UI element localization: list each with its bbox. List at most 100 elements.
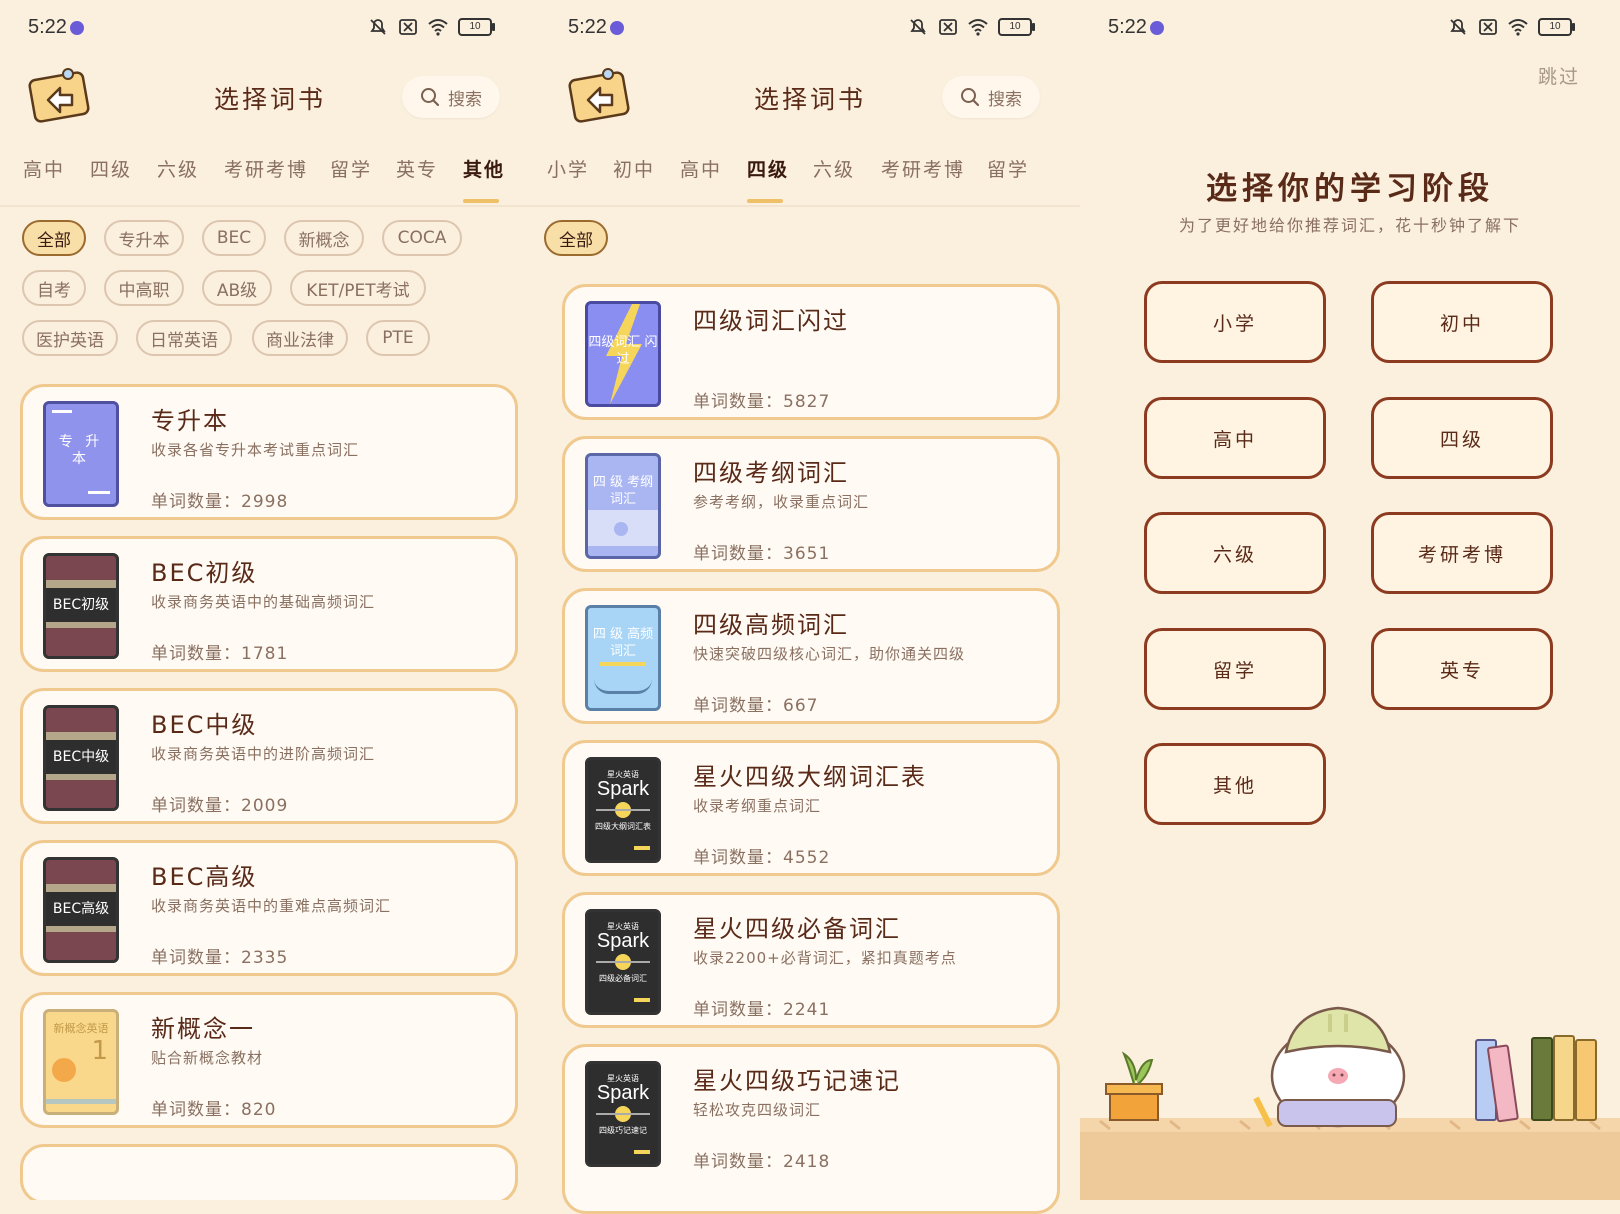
tab-liuxue[interactable]: 留学 bbox=[987, 155, 1029, 182]
stage-page-subtitle: 为了更好地给你推荐词汇，花十秒钟了解下 bbox=[1178, 216, 1521, 235]
book-card[interactable]: 四级词汇 闪过 四级词汇闪过 单词数量：5827 bbox=[562, 284, 1060, 420]
chip-ket-pet[interactable]: KET/PET考试 bbox=[290, 270, 426, 306]
book-word-count: 单词数量：2998 bbox=[151, 492, 289, 512]
skip-button[interactable]: 跳过 bbox=[1538, 62, 1580, 89]
book-card[interactable]: BEC高级 BEC高级 收录商务英语中的重难点高频词汇 单词数量：2335 bbox=[20, 840, 518, 976]
no-sim-icon bbox=[399, 19, 417, 35]
stage-button-kaoyan[interactable]: 考研考博 bbox=[1371, 512, 1553, 594]
app-status-icon bbox=[1150, 21, 1164, 35]
status-time: 5:22 bbox=[1108, 16, 1147, 38]
book-title: 星火四级巧记速记 bbox=[693, 1067, 901, 1095]
book-desc: 收录商务英语中的基础高频词汇 bbox=[151, 593, 376, 611]
chip-bec[interactable]: BEC bbox=[202, 220, 266, 256]
category-tabs: 小学 初中 高中 四级 六级 考研考博 留学 bbox=[540, 155, 1080, 207]
tab-other[interactable]: 其他 bbox=[463, 155, 505, 182]
active-tab-indicator bbox=[747, 199, 783, 203]
tab-gaozhong[interactable]: 高中 bbox=[680, 155, 722, 182]
search-label: 搜索 bbox=[988, 89, 1022, 110]
status-icons: 10 bbox=[368, 18, 495, 36]
book-card[interactable]: 专 升 本 专升本 收录各省专升本考试重点词汇 单词数量：2998 bbox=[20, 384, 518, 520]
book-word-count: 单词数量：4552 bbox=[693, 848, 831, 868]
search-button[interactable]: 搜索 bbox=[402, 76, 500, 118]
tab-siji[interactable]: 四级 bbox=[90, 155, 132, 182]
chip-zhonggaozhi[interactable]: 中高职 bbox=[104, 270, 184, 306]
book-card[interactable]: 四 级 考纲词汇 四级考纲词汇 参考考纲，收录重点词汇 单词数量：3651 bbox=[562, 436, 1060, 572]
book-card[interactable]: 四 级 高频词汇 四级高频词汇 快速突破四级核心词汇，助你通关四级 单词数量：6… bbox=[562, 588, 1060, 724]
chip-xingainian[interactable]: 新概念 bbox=[284, 220, 364, 256]
battery-icon: 10 bbox=[998, 18, 1035, 36]
book-title: 四级考纲词汇 bbox=[693, 459, 849, 487]
book-cover: 星火英语 Spark 四级大纲词汇表 bbox=[585, 757, 661, 863]
stage-button-other[interactable]: 其他 bbox=[1144, 743, 1326, 825]
book-desc: 贴合新概念教材 bbox=[151, 1049, 264, 1067]
tab-liuxue[interactable]: 留学 bbox=[330, 155, 372, 182]
tab-siji[interactable]: 四级 bbox=[747, 155, 789, 182]
book-card[interactable]: 星火英语 Spark 四级巧记速记 星火四级巧记速记 轻松攻克四级词汇 单词数量… bbox=[562, 1044, 1060, 1214]
chip-all[interactable]: 全部 bbox=[544, 220, 608, 256]
book-title: 四级词汇闪过 bbox=[693, 307, 849, 335]
search-button[interactable]: 搜索 bbox=[942, 76, 1040, 118]
stage-button-siji[interactable]: 四级 bbox=[1371, 397, 1553, 479]
hamster-desk-illustration bbox=[1080, 1006, 1620, 1200]
search-icon bbox=[421, 88, 440, 107]
tab-kaoyan[interactable]: 考研考博 bbox=[881, 155, 965, 182]
status-bar: 5:22 10 bbox=[1080, 14, 1620, 42]
mute-icon bbox=[910, 19, 926, 35]
active-tab-indicator bbox=[463, 199, 499, 203]
chip-zikao[interactable]: 自考 bbox=[22, 270, 86, 306]
tab-liuji[interactable]: 六级 bbox=[157, 155, 199, 182]
mute-icon bbox=[370, 19, 386, 35]
book-cover: BEC初级 bbox=[43, 553, 119, 659]
chip-all[interactable]: 全部 bbox=[22, 220, 86, 256]
book-desc: 轻松攻克四级词汇 bbox=[693, 1101, 822, 1119]
book-cover: 新概念英语 1 bbox=[43, 1009, 119, 1115]
book-word-count: 单词数量：2241 bbox=[693, 1000, 831, 1020]
tab-liuji[interactable]: 六级 bbox=[813, 155, 855, 182]
book-title: BEC中级 bbox=[151, 711, 258, 739]
book-title: 四级高频词汇 bbox=[693, 611, 849, 639]
book-word-count: 单词数量：667 bbox=[693, 696, 819, 716]
wifi-icon bbox=[1508, 19, 1528, 36]
chip-coca[interactable]: COCA bbox=[382, 220, 462, 256]
book-card[interactable]: BEC中级 BEC中级 收录商务英语中的进阶高频词汇 单词数量：2009 bbox=[20, 688, 518, 824]
tab-chuzhong[interactable]: 初中 bbox=[613, 155, 655, 182]
chip-richang[interactable]: 日常英语 bbox=[136, 320, 232, 356]
status-bar: 5:22 10 bbox=[540, 14, 1080, 42]
stage-button-liuxue[interactable]: 留学 bbox=[1144, 628, 1326, 710]
book-desc: 收录考纲重点词汇 bbox=[693, 797, 822, 815]
book-card[interactable]: 星火英语 Spark 四级必备词汇 星火四级必备词汇 收录2200+必背词汇，紧… bbox=[562, 892, 1060, 1028]
search-label: 搜索 bbox=[448, 89, 482, 110]
stage-button-liuji[interactable]: 六级 bbox=[1144, 512, 1326, 594]
stage-button-yingzhuan[interactable]: 英专 bbox=[1371, 628, 1553, 710]
stage-button-xiaoxue[interactable]: 小学 bbox=[1144, 281, 1326, 363]
tab-kaoyan[interactable]: 考研考博 bbox=[224, 155, 308, 182]
book-card[interactable]: BEC初级 BEC初级 收录商务英语中的基础高频词汇 单词数量：1781 bbox=[20, 536, 518, 672]
app-status-icon bbox=[610, 21, 624, 35]
book-card[interactable]: 星火英语 Spark 四级大纲词汇表 星火四级大纲词汇表 收录考纲重点词汇 单词… bbox=[562, 740, 1060, 876]
tab-xiaoxue[interactable]: 小学 bbox=[547, 155, 589, 182]
book-cover: 四级词汇 闪过 bbox=[585, 301, 661, 407]
book-cover: 星火英语 Spark 四级巧记速记 bbox=[585, 1061, 661, 1167]
stage-button-gaozhong[interactable]: 高中 bbox=[1144, 397, 1326, 479]
chip-shangye[interactable]: 商业法律 bbox=[252, 320, 348, 356]
book-card-partial[interactable] bbox=[20, 1144, 518, 1200]
status-time: 5:22 bbox=[568, 16, 607, 38]
chip-zhuanshengben[interactable]: 专升本 bbox=[104, 220, 184, 256]
stage-button-chuzhong[interactable]: 初中 bbox=[1371, 281, 1553, 363]
screen-select-book-other: 5:22 10 选择词书 搜索 高中 四级 六级 考研考博 留学 英专 其他 全… bbox=[0, 0, 540, 1200]
book-cover: 四 级 考纲词汇 bbox=[585, 453, 661, 559]
book-word-count: 单词数量：2335 bbox=[151, 948, 289, 968]
chip-pte[interactable]: PTE bbox=[366, 320, 430, 356]
tab-gaozhong[interactable]: 高中 bbox=[23, 155, 65, 182]
chip-abji[interactable]: AB级 bbox=[202, 270, 272, 306]
status-bar: 5:22 10 bbox=[0, 14, 540, 42]
chip-yihu[interactable]: 医护英语 bbox=[22, 320, 118, 356]
book-cover: 星火英语 Spark 四级必备词汇 bbox=[585, 909, 661, 1015]
book-card[interactable]: 新概念英语 1 新概念一 贴合新概念教材 单词数量：820 bbox=[20, 992, 518, 1128]
book-cover: 四 级 高频词汇 bbox=[585, 605, 661, 711]
book-desc: 收录商务英语中的进阶高频词汇 bbox=[151, 745, 376, 763]
tab-yingzhuan[interactable]: 英专 bbox=[396, 155, 438, 182]
book-title: BEC高级 bbox=[151, 863, 258, 891]
battery-icon: 10 bbox=[458, 18, 495, 36]
book-cover: 专 升 本 bbox=[43, 401, 119, 507]
